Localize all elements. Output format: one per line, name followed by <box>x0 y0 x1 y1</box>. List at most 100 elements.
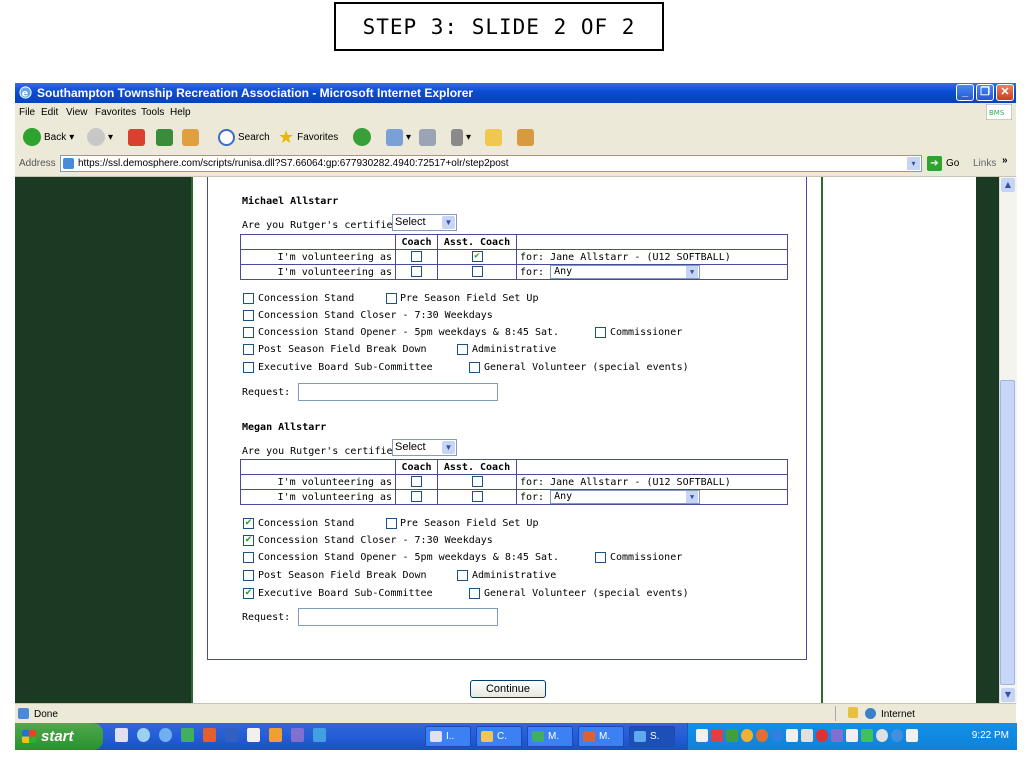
volume-icon[interactable] <box>801 729 813 742</box>
administrative-checkbox[interactable] <box>457 344 468 355</box>
search-button[interactable]: Search <box>218 127 270 147</box>
tray-icon[interactable] <box>906 729 918 742</box>
asst-coach-checkbox[interactable] <box>471 491 483 503</box>
quick-launch-icon[interactable] <box>269 728 282 742</box>
certified-select-1[interactable]: Select ▼ <box>392 214 457 231</box>
address-input[interactable]: https://ssl.demosphere.com/scripts/runis… <box>60 155 922 172</box>
address-dropdown-icon[interactable]: ▾ <box>907 157 920 170</box>
tray-icon[interactable] <box>831 729 843 742</box>
quick-launch-icon[interactable] <box>247 728 260 742</box>
exec-board-checkbox[interactable]: ✔ <box>243 588 254 599</box>
task-button[interactable]: M. <box>578 726 624 747</box>
closer-checkbox[interactable] <box>243 310 254 321</box>
table-row: I'm volunteering as for: Any ▼ <box>240 264 788 280</box>
general-volunteer-checkbox[interactable] <box>469 588 480 599</box>
refresh-button[interactable] <box>156 127 173 147</box>
coach-checkbox[interactable] <box>411 251 422 263</box>
ie-logo-icon: e <box>19 86 32 99</box>
menu-view[interactable]: View <box>66 107 88 118</box>
close-button[interactable]: ✕ <box>996 84 1014 101</box>
menu-help[interactable]: Help <box>170 107 191 118</box>
continue-button[interactable]: Continue <box>470 680 546 698</box>
quick-launch-icon[interactable] <box>115 728 128 742</box>
menu-tools[interactable]: Tools <box>141 107 164 118</box>
tray-icon[interactable] <box>696 729 708 742</box>
asst-coach-checkbox[interactable]: ✔ <box>471 251 483 263</box>
task-button[interactable]: C. <box>476 726 522 747</box>
commissioner-checkbox[interactable] <box>595 552 606 563</box>
menu-edit[interactable]: Edit <box>41 107 58 118</box>
folder-button[interactable] <box>485 127 502 147</box>
tray-icon[interactable] <box>741 729 753 742</box>
quick-launch-icon[interactable] <box>181 728 194 742</box>
quick-launch-icon[interactable] <box>159 728 172 742</box>
request-input[interactable] <box>298 608 498 626</box>
pre-season-checkbox[interactable] <box>386 518 397 529</box>
research-button[interactable] <box>517 127 534 147</box>
quick-launch-icon[interactable] <box>225 728 238 742</box>
concession-stand-checkbox[interactable] <box>243 293 254 304</box>
menu-file[interactable]: File <box>19 107 35 118</box>
mail-button[interactable]: ▾ <box>386 127 411 147</box>
tray-icon[interactable] <box>846 729 858 742</box>
pre-season-checkbox[interactable] <box>386 293 397 304</box>
home-button[interactable] <box>182 127 199 147</box>
tray-icon[interactable] <box>876 729 888 742</box>
favorites-button[interactable]: ★ Favorites <box>278 127 338 147</box>
history-button[interactable] <box>353 127 371 147</box>
links-chevron-icon[interactable]: » <box>1002 155 1008 166</box>
go-button[interactable]: ➔ Go <box>927 156 959 171</box>
task-button[interactable]: M. <box>527 726 573 747</box>
post-season-checkbox[interactable] <box>243 570 254 581</box>
task-button-active[interactable]: S. <box>629 726 675 747</box>
edit-button[interactable]: ▾ <box>451 127 471 147</box>
toolbar: Back ▾ ▾ Search ★ Favorites ▾ ▾ <box>15 121 1016 153</box>
window-titlebar[interactable]: e Southampton Township Recreation Associ… <box>15 83 1016 103</box>
certified-select-2[interactable]: Select ▼ <box>392 439 457 456</box>
exec-board-checkbox[interactable] <box>243 362 254 373</box>
tray-icon[interactable] <box>816 729 828 742</box>
quick-launch-icon[interactable] <box>203 728 216 742</box>
for-select[interactable]: Any ▼ <box>550 490 701 504</box>
tray-icon[interactable] <box>786 729 798 742</box>
asst-coach-checkbox[interactable] <box>471 476 483 488</box>
quick-launch-icon[interactable] <box>291 728 304 742</box>
asst-coach-checkbox[interactable] <box>471 266 483 278</box>
scroll-up-icon[interactable]: ▲ <box>1001 178 1015 192</box>
start-button[interactable]: start <box>15 723 103 750</box>
post-season-checkbox[interactable] <box>243 344 254 355</box>
maximize-button[interactable]: ❐ <box>976 84 994 101</box>
administrative-checkbox[interactable] <box>457 570 468 581</box>
window-title: Southampton Township Recreation Associat… <box>37 86 474 100</box>
opener-checkbox[interactable] <box>243 552 254 563</box>
scroll-thumb[interactable] <box>1000 380 1015 685</box>
quick-launch-icon[interactable] <box>137 728 150 742</box>
request-input[interactable] <box>298 383 498 401</box>
tray-icon[interactable] <box>711 729 723 742</box>
task-button[interactable]: I.. <box>425 726 471 747</box>
menu-favorites[interactable]: Favorites <box>95 107 136 118</box>
links-label[interactable]: Links <box>973 158 996 169</box>
closer-checkbox[interactable]: ✔ <box>243 535 254 546</box>
coach-checkbox[interactable] <box>411 491 422 503</box>
stop-button[interactable] <box>128 127 145 147</box>
scroll-down-icon[interactable]: ▼ <box>1001 688 1015 702</box>
tray-icon[interactable] <box>861 729 873 742</box>
general-volunteer-checkbox[interactable] <box>469 362 480 373</box>
coach-checkbox[interactable] <box>411 266 422 278</box>
tray-icon[interactable] <box>756 729 768 742</box>
print-button[interactable] <box>419 127 436 147</box>
forward-button[interactable]: ▾ <box>87 127 113 147</box>
back-button[interactable]: Back ▾ <box>23 127 74 147</box>
minimize-button[interactable]: _ <box>956 84 974 101</box>
person-name-1: Michael Allstarr <box>242 196 339 207</box>
tray-icon[interactable] <box>891 729 903 742</box>
tray-icon[interactable] <box>771 729 783 742</box>
commissioner-checkbox[interactable] <box>595 327 606 338</box>
opener-checkbox[interactable] <box>243 327 254 338</box>
concession-stand-checkbox[interactable]: ✔ <box>243 518 254 529</box>
for-select[interactable]: Any ▼ <box>550 265 701 279</box>
tray-icon[interactable] <box>726 729 738 742</box>
coach-checkbox[interactable] <box>411 476 422 488</box>
quick-launch-icon[interactable] <box>313 728 326 742</box>
